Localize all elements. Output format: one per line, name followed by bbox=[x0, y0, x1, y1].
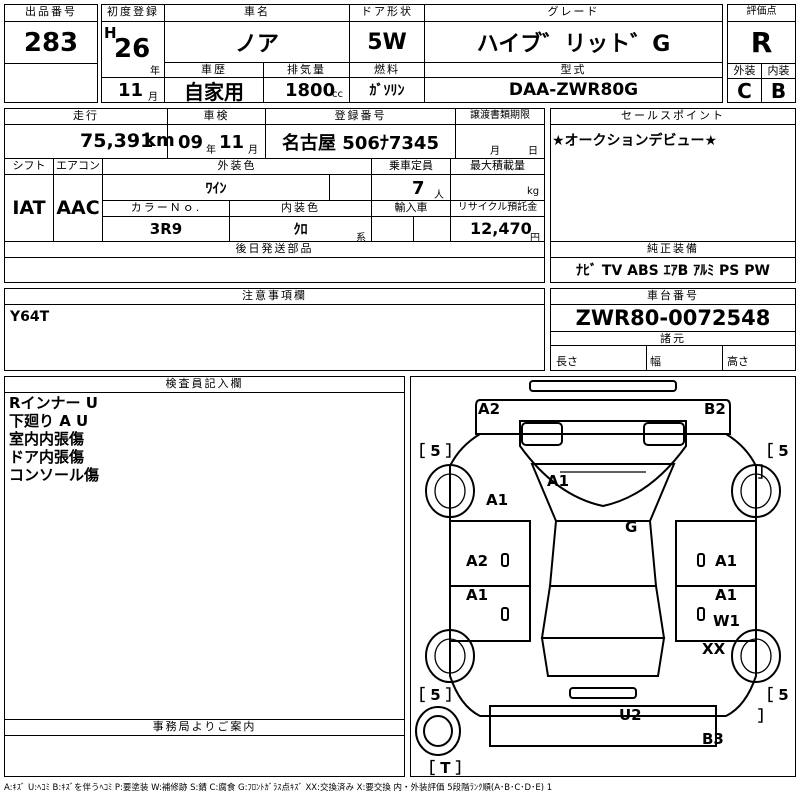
spare-tire: ［ T ］ bbox=[420, 759, 471, 777]
capacity-value: 7 bbox=[412, 178, 425, 199]
fuel-value: ｶﾞｿﾘﾝ bbox=[369, 83, 405, 99]
width-label: 幅 bbox=[650, 355, 661, 368]
damage-front-door-right: A1 bbox=[715, 552, 738, 570]
damage-front-fender-left: A1 bbox=[486, 491, 509, 509]
tire-rear-left: ［ 5 ］ bbox=[410, 686, 461, 704]
plate-value: 名古屋 506ﾅ7345 bbox=[282, 132, 439, 154]
exterior-grade-label: 外装 bbox=[727, 63, 762, 79]
caution-value: Y64T bbox=[10, 309, 50, 325]
transfer-month-unit: 月 bbox=[490, 146, 500, 157]
sales-point-value: ★オークションデビュー★ bbox=[552, 133, 718, 149]
damage-front-bumper-left: A2 bbox=[478, 400, 501, 418]
fuel-label: 燃料 bbox=[349, 62, 425, 78]
inspector-note: Rインナー U bbox=[9, 394, 98, 412]
capacity-unit: 人 bbox=[434, 190, 444, 201]
damage-rear-door-left: A1 bbox=[466, 586, 489, 604]
specs-label: 諸元 bbox=[550, 331, 796, 346]
displacement-unit: cc bbox=[332, 89, 343, 100]
inspector-notes-list: Rインナー U 下廻り A U 室内内張傷 ドア内張傷 コンソール傷 bbox=[9, 394, 99, 484]
exterior-color-label: 外装色 bbox=[102, 158, 372, 175]
door-label: ドア形状 bbox=[349, 4, 425, 22]
sales-point-label: セールスポイント bbox=[550, 108, 796, 125]
interior-grade-label: 内装 bbox=[761, 63, 796, 79]
lot-number-label: 出品番号 bbox=[4, 4, 98, 22]
tire-front-left: ［ 5 ］ bbox=[410, 442, 461, 460]
recycle-value: 12,470 bbox=[470, 219, 532, 238]
max-load-label: 最大積載量 bbox=[450, 158, 545, 175]
interior-grade-value: B bbox=[770, 78, 787, 103]
damage-rear-fender-right: XX bbox=[702, 640, 726, 658]
recycle-label: リサイクル預託金 bbox=[450, 200, 545, 217]
caution-label: 注意事項欄 bbox=[4, 288, 545, 305]
displacement-value: 1800 bbox=[285, 80, 336, 101]
damage-legend: A:ｷｽﾞ U:ﾍｺﾐ B:ｷｽﾞを伴うﾍｺﾐ P:要塗装 W:補修跡 S:錆 … bbox=[4, 783, 553, 793]
aircon-label: エアコン bbox=[53, 158, 103, 175]
import-label: 輸入車 bbox=[371, 200, 451, 217]
exterior-grade-value: C bbox=[737, 78, 752, 103]
history-value: 自家用 bbox=[184, 79, 244, 104]
inspection-year-unit: 年 bbox=[206, 145, 216, 156]
car-diagram-svg bbox=[415, 380, 781, 756]
displacement-label: 排気量 bbox=[263, 62, 350, 78]
chassis-value: ZWR80-0072548 bbox=[575, 306, 771, 330]
plate-label: 登録番号 bbox=[265, 108, 456, 125]
interior-color-label: 内装色 bbox=[229, 200, 372, 217]
inspector-note: コンソール傷 bbox=[9, 466, 100, 484]
door-value: 5W bbox=[367, 29, 407, 55]
inspection-month-unit: 月 bbox=[248, 145, 258, 156]
height-label: 高さ bbox=[727, 355, 749, 368]
first-registration-year: 26 bbox=[114, 34, 151, 64]
transfer-day-unit: 日 bbox=[528, 146, 538, 157]
score-label: 評価点 bbox=[727, 4, 796, 22]
shift-value: IAT bbox=[12, 197, 46, 219]
damage-rear-bumper-right: B3 bbox=[702, 730, 724, 748]
genuine-equipment-value: ﾅﾋﾞ TV ABS ｴｱB ｱﾙﾐ PS PW bbox=[576, 263, 770, 279]
mileage-value: 75,391 bbox=[80, 130, 154, 152]
length-label: 長さ bbox=[556, 355, 578, 368]
inspection-month: 11 bbox=[219, 132, 245, 153]
month-unit: 月 bbox=[148, 92, 158, 103]
later-parts-label: 後日発送部品 bbox=[4, 241, 545, 258]
inspector-note: 室内内張傷 bbox=[9, 430, 85, 448]
inspection-label: 車検 bbox=[167, 108, 266, 125]
inspector-note: 下廻り A U bbox=[9, 412, 89, 430]
grade-label: グレード bbox=[424, 4, 723, 22]
shift-label: シフト bbox=[4, 158, 54, 175]
model-value: DAA-ZWR80G bbox=[508, 80, 639, 100]
office-notice-label: 事務局よりご案内 bbox=[4, 719, 405, 736]
damage-hood: A1 bbox=[547, 472, 570, 490]
damage-rear-gate: U2 bbox=[619, 706, 642, 724]
damage-rear-quarter-right: W1 bbox=[713, 612, 740, 630]
exterior-color-value: ﾜｲﾝ bbox=[205, 180, 227, 197]
damage-rear-door-right: A1 bbox=[715, 586, 738, 604]
score-value: R bbox=[750, 26, 773, 59]
damage-front-bumper-right: B2 bbox=[704, 400, 726, 418]
genuine-equipment-label: 純正装備 bbox=[550, 241, 796, 258]
inspection-year: 09 bbox=[178, 132, 204, 153]
interior-color-value: ｸﾛ bbox=[293, 222, 308, 238]
inspector-notes-label: 検査員記入欄 bbox=[4, 376, 405, 393]
chassis-label: 車台番号 bbox=[550, 288, 796, 305]
color-number-value: 3R9 bbox=[149, 220, 183, 238]
color-number-label: カラーＮｏ. bbox=[102, 200, 230, 217]
damage-front-door-left: A2 bbox=[466, 552, 489, 570]
mileage-label: 走行 bbox=[4, 108, 168, 125]
aircon-value: AAC bbox=[56, 197, 100, 219]
transfer-deadline-label: 譲渡書類期限 bbox=[455, 108, 545, 125]
car-name-label: 車名 bbox=[164, 4, 350, 22]
capacity-label: 乗車定員 bbox=[371, 158, 451, 175]
model-label: 型式 bbox=[424, 62, 723, 78]
first-registration-label: 初度登録 bbox=[101, 4, 165, 22]
grade-value: ハイブ゛リット゛G bbox=[476, 32, 671, 57]
max-load-unit: kg bbox=[527, 186, 540, 197]
first-registration-month: 11 bbox=[118, 80, 144, 101]
tire-rear-right: ［ 5 ］ bbox=[758, 686, 789, 725]
inspector-note: ドア内張傷 bbox=[9, 448, 85, 466]
year-unit: 年 bbox=[150, 66, 160, 77]
lot-number-value: 283 bbox=[23, 27, 79, 58]
tire-front-right: ［ 5 ］ bbox=[758, 442, 789, 481]
damage-roof: G bbox=[625, 518, 638, 536]
car-name-value: ノア bbox=[234, 32, 279, 57]
